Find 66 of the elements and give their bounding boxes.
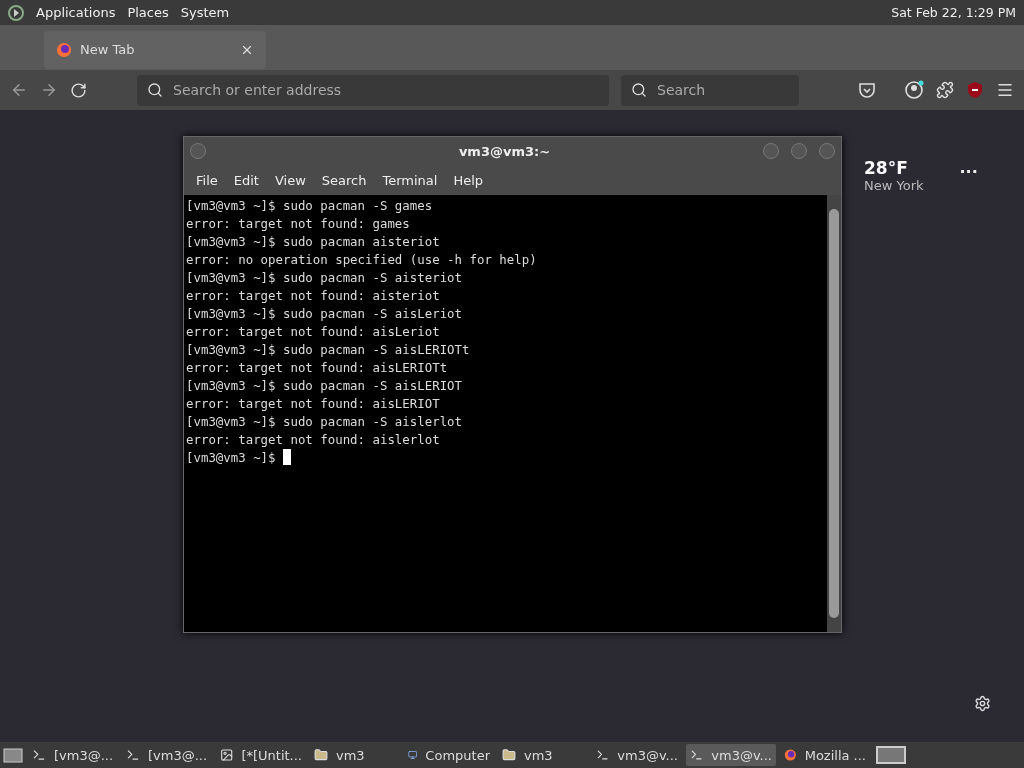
browser-logo-icon [56,41,72,58]
terminal-line: [vm3@vm3 ~]$ sudo pacman -S games [186,197,434,215]
menu-icon[interactable] [996,81,1014,99]
city-name: New York [864,178,924,193]
workspace-switcher[interactable] [876,746,906,764]
terminal-line: error: target not found: games [186,215,411,233]
extensions-icon[interactable] [936,81,954,99]
terminal-line: [vm3@vm3 ~]$ sudo pacman -S aisLERIOTt [186,341,471,359]
terminal-line: [vm3@vm3 ~]$ sudo pacman -S aislerlot [186,413,463,431]
terminal-line: error: target not found: aislerlot [186,431,441,449]
taskbar-button[interactable]: [vm3@... [122,744,212,766]
clock[interactable]: Sat Feb 22, 1:29 PM [891,5,1016,20]
terminal-line: error: target not found: aisteriot [186,287,441,305]
terminal-prompt: [vm3@vm3 ~]$ [186,450,277,465]
menu-item[interactable]: Help [445,172,492,188]
taskbar-button[interactable]: vm3 [498,744,588,766]
terminal-line: error: no operation specified (use -h for help) [186,251,538,269]
more-button[interactable]: ... [959,158,978,742]
terminal-line: error: target not found: aisLeriot [186,323,441,341]
menu-item[interactable]: Terminal [374,172,446,188]
search-icon [147,82,163,98]
account-icon[interactable] [904,80,924,100]
taskbar-button[interactable]: Computer [404,744,494,766]
forward-icon[interactable] [40,81,58,99]
computer-icon [408,748,418,762]
menu-item[interactable]: View [266,172,314,188]
panel-menu[interactable]: System [180,5,230,20]
taskbar-button[interactable]: Mozilla ... [780,744,870,766]
reload-icon[interactable] [70,81,87,99]
terminal-icon [32,748,46,762]
taskbar-button[interactable]: [*[Untit... [216,744,306,766]
menu-item[interactable]: File [188,172,226,188]
terminal-line: [vm3@vm3 ~]$ sudo pacman -S aisLeriot [186,305,463,323]
terminal-line: [vm3@vm3 ~]$ sudo pacman -S aisteriot [186,269,463,287]
browser-tab[interactable]: New Tab [44,30,266,69]
show-desktop-icon[interactable] [2,746,24,764]
search-icon [631,82,647,98]
taskbar-button[interactable]: vm3 [310,744,400,766]
terminal-line: [vm3@vm3 ~]$ sudo pacman -S aisLERIOT [186,377,463,395]
folder-icon [314,748,328,762]
image-icon [220,748,234,762]
panel-menu[interactable]: Places [127,5,169,20]
search-field[interactable]: Search [621,74,799,106]
browser-logo-icon [784,747,797,763]
terminal-line: error: target not found: aisLERIOT [186,395,441,413]
taskbar-button[interactable]: vm3@v... [686,744,776,766]
terminal-line: [vm3@vm3 ~]$ sudo pacman aisteriot [186,233,441,251]
terminal-line: error: target not found: aisLERIOTt [186,359,449,377]
pocket-icon[interactable] [858,81,876,99]
logo-icon[interactable] [8,4,24,21]
menu-item[interactable]: Search [313,172,375,188]
back-icon[interactable] [10,81,28,99]
shield-icon[interactable] [966,81,984,99]
taskbar-button[interactable]: [vm3@... [28,744,118,766]
scrollbar[interactable] [827,195,841,632]
terminal-icon [126,748,140,762]
settings-icon[interactable] [974,695,991,712]
terminal-icon [596,748,610,762]
taskbar-button[interactable]: vm3@v... [592,744,682,766]
menu-item[interactable]: Edit [225,172,267,188]
folder-icon [502,748,516,762]
temperature: 28°F [864,158,909,178]
window-title: vm3@vm3:~ [457,143,552,159]
terminal-icon [690,748,704,762]
panel-menu[interactable]: Applications [36,5,116,20]
address-field[interactable]: Search or enter address [137,74,609,106]
